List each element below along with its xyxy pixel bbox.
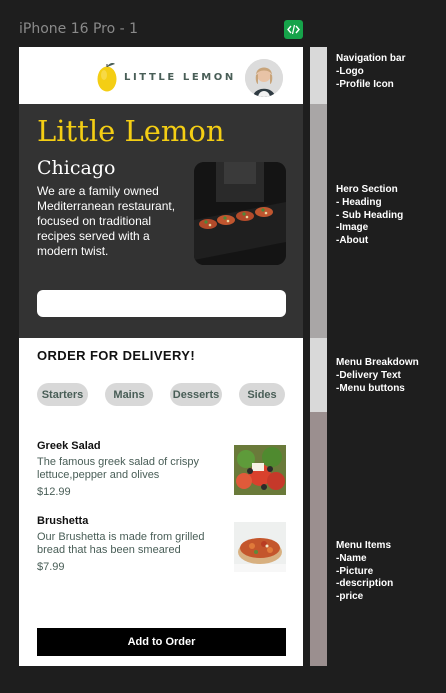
logo-text: LITTLE LEMON — [124, 71, 236, 83]
category-buttons: Starters Mains Desserts Sides — [37, 383, 285, 406]
hero-image — [194, 162, 286, 265]
section-segment — [310, 338, 327, 412]
item-picture — [234, 522, 286, 572]
category-mains-button[interactable]: Mains — [105, 383, 153, 406]
item-description: Our Brushetta is made from grilled bread… — [37, 531, 205, 556]
annotation-nav: Navigation bar -Logo -Profile Icon — [336, 53, 406, 90]
search-input[interactable] — [37, 290, 286, 317]
logo[interactable]: LITTLE LEMON — [96, 61, 236, 93]
menu-breakdown: ORDER FOR DELIVERY! Starters Mains Desse… — [19, 338, 303, 406]
delivery-text: ORDER FOR DELIVERY! — [37, 348, 196, 363]
annotation-items: Menu Items -Name -Picture -description -… — [336, 540, 394, 603]
annotation-breakdown: Menu Breakdown -Delivery Text -Menu butt… — [336, 357, 419, 394]
hero-section: Little Lemon Chicago We are a family own… — [19, 104, 303, 338]
phone-frame: LITTLE LEMON Little Lemon Chicago We are… — [19, 47, 303, 666]
section-segment — [310, 104, 327, 338]
add-to-order-button[interactable]: Add to Order — [37, 628, 286, 656]
category-desserts-button[interactable]: Desserts — [170, 383, 222, 406]
hero-heading: Little Lemon — [37, 114, 225, 148]
section-segment — [310, 47, 327, 104]
category-starters-button[interactable]: Starters — [37, 383, 88, 406]
section-scroll-indicator[interactable] — [310, 47, 327, 666]
hero-subheading: Chicago — [37, 157, 116, 179]
dev-mode-icon[interactable] — [284, 20, 303, 39]
section-segment — [310, 412, 327, 666]
hero-about: We are a family owned Mediterranean rest… — [37, 184, 176, 258]
category-sides-button[interactable]: Sides — [239, 383, 285, 406]
navigation-bar: LITTLE LEMON — [19, 47, 303, 104]
item-description: The famous greek salad of crispy lettuce… — [37, 456, 200, 481]
profile-icon[interactable] — [245, 59, 283, 97]
menu-item[interactable]: Brushetta Our Brushetta is made from gri… — [37, 515, 286, 573]
item-picture — [234, 445, 286, 495]
lemon-icon — [97, 63, 117, 92]
menu-item[interactable]: Greek Salad The famous greek salad of cr… — [37, 440, 286, 498]
annotation-hero: Hero Section - Heading - Sub Heading -Im… — [336, 184, 404, 247]
frame-label: iPhone 16 Pro - 1 — [19, 21, 139, 37]
